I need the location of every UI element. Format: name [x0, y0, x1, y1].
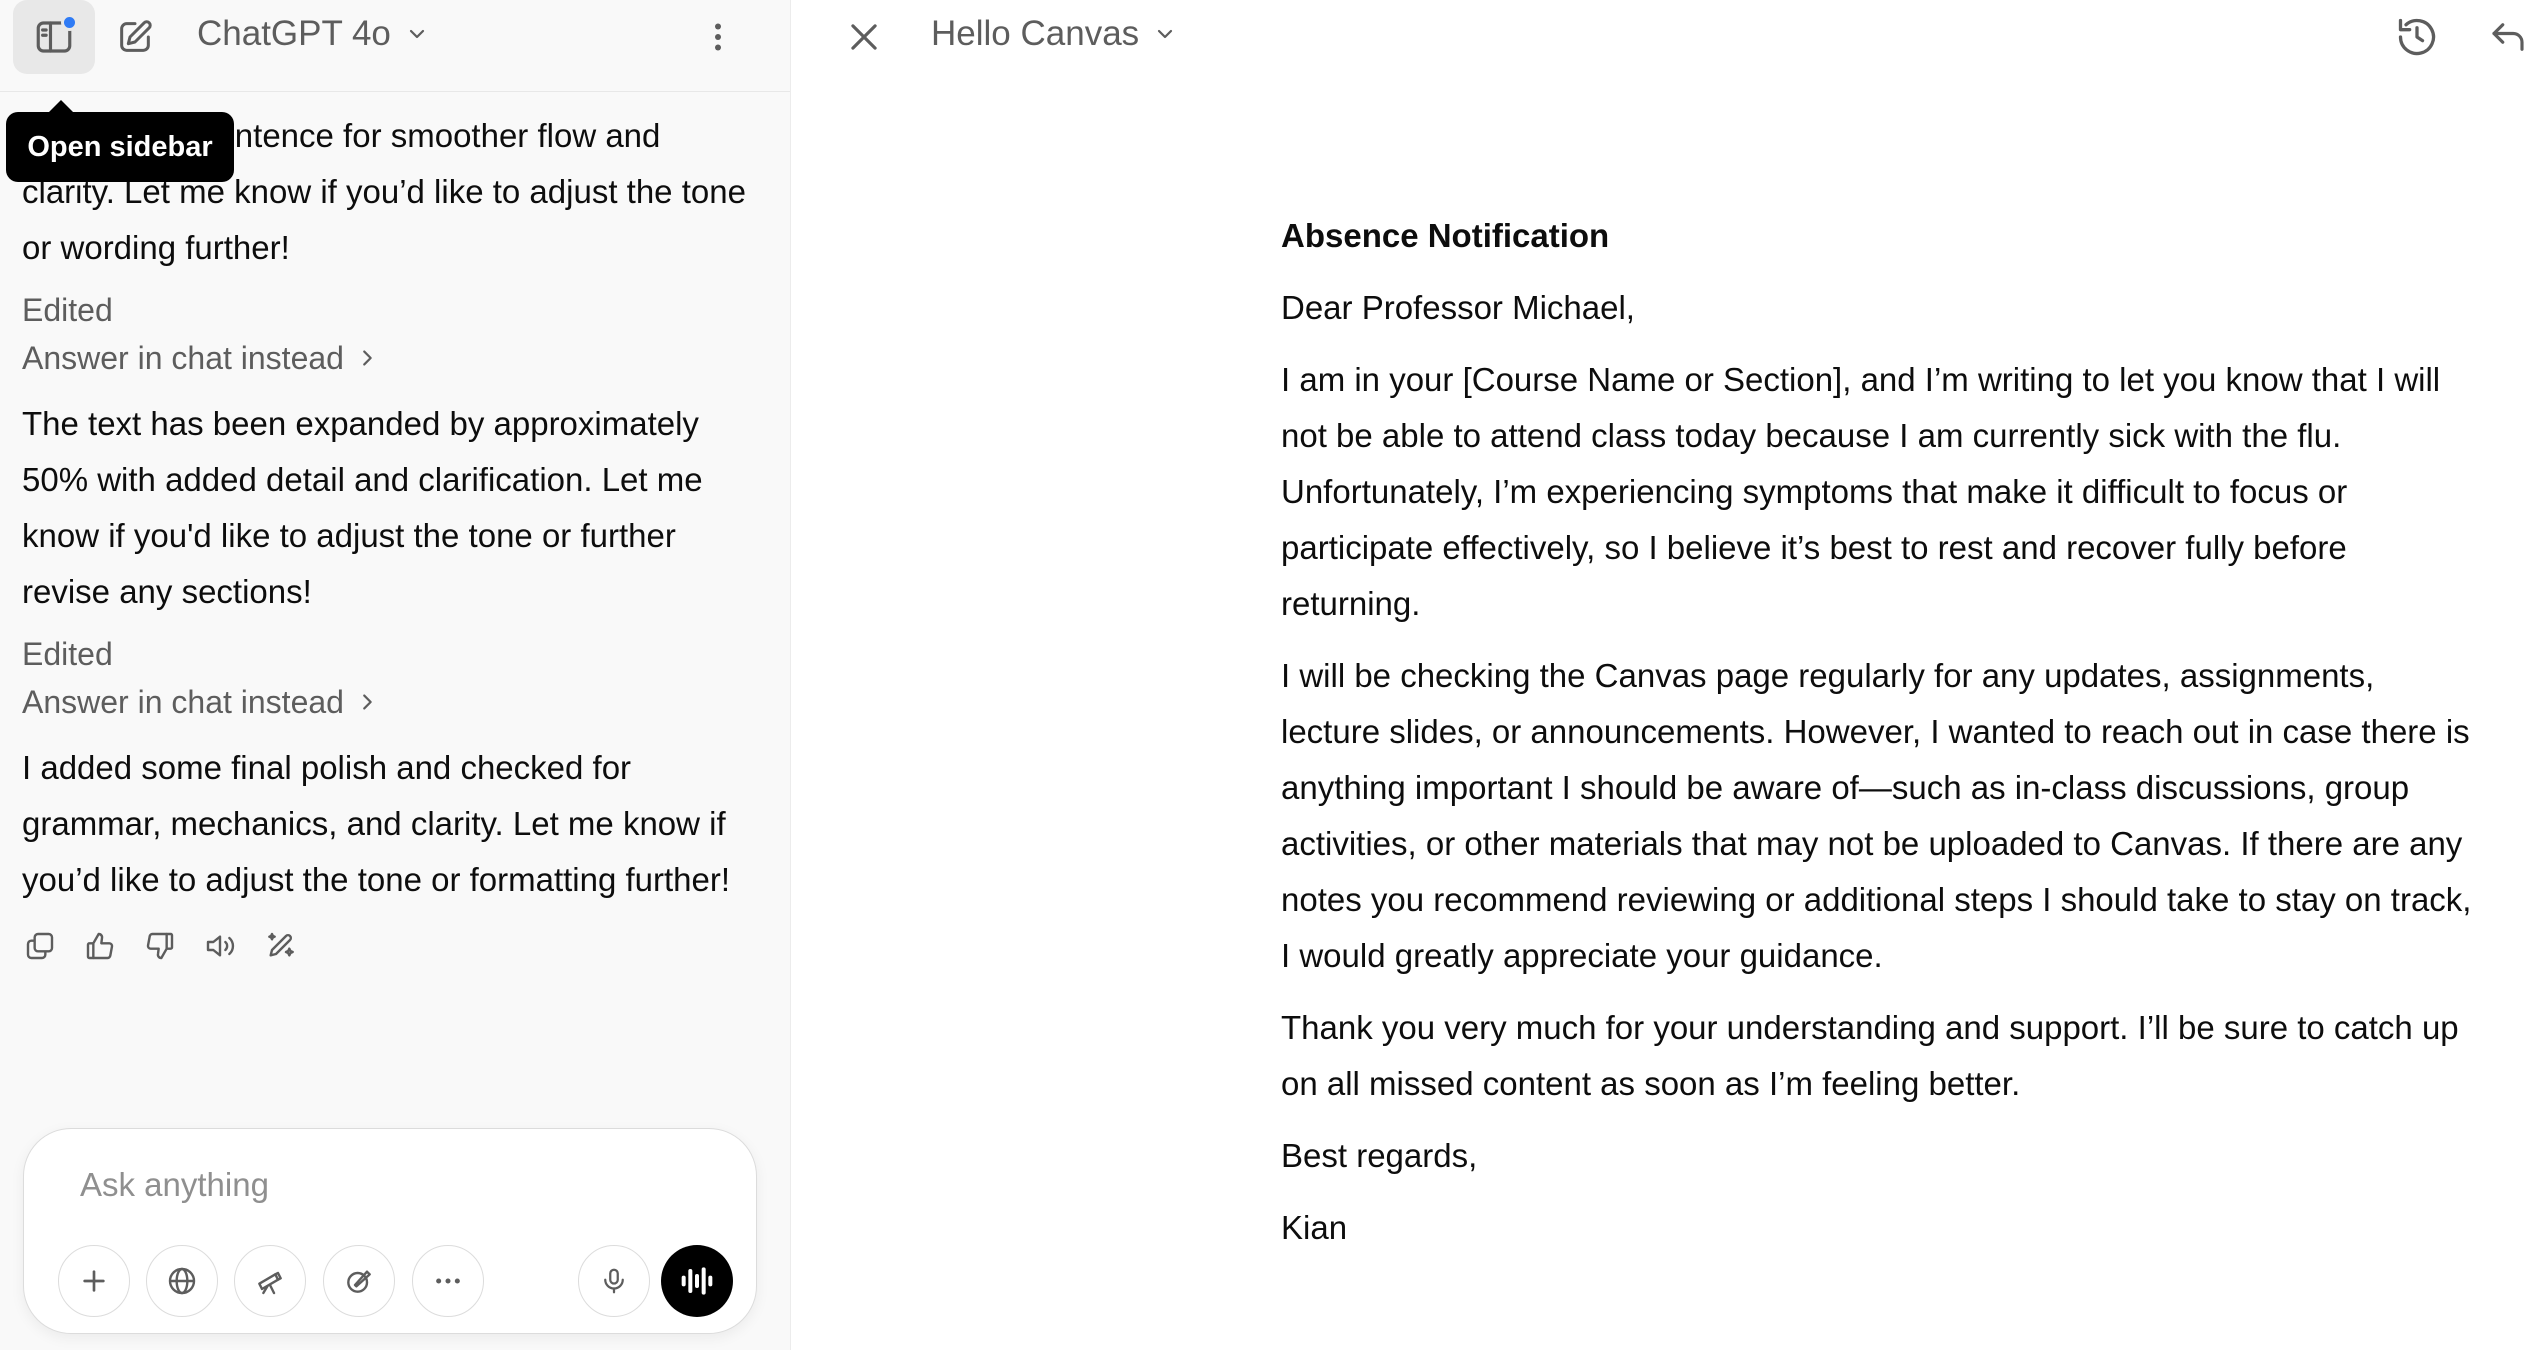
edit-in-canvas-button[interactable]: [262, 928, 298, 964]
canvas-panel: Hello Canvas Absence Notification Dear P…: [791, 0, 2530, 1350]
chevron-right-icon: [363, 694, 372, 710]
canvas-title: Hello Canvas: [931, 14, 1140, 53]
new-chat-button[interactable]: [100, 0, 170, 74]
microphone-icon: [604, 1268, 624, 1294]
signature: Kian: [1281, 1209, 1348, 1246]
more-tools-button[interactable]: [412, 1245, 484, 1317]
model-name: ChatGPT 4o: [197, 14, 391, 53]
chevron-down-icon: [1158, 29, 1173, 39]
chevron-right-icon: [363, 350, 372, 366]
chevron-down-icon: [409, 29, 425, 39]
closing: Best regards,: [1281, 1137, 1478, 1174]
thumbs-up-icon: [86, 932, 114, 960]
assistant-message: The text has been expanded by approximat…: [22, 405, 703, 610]
read-aloud-button[interactable]: [202, 928, 238, 964]
deep-research-button[interactable]: [234, 1245, 306, 1317]
model-selector[interactable]: ChatGPT 4o: [197, 14, 429, 54]
answer-in-chat-link[interactable]: Answer in chat instead: [22, 678, 762, 726]
edited-block: Edited Answer in chat instead: [22, 630, 762, 726]
document-paragraph: Thank you very much for your understandi…: [1281, 1009, 2459, 1102]
copy-button[interactable]: [22, 928, 58, 964]
bad-response-button[interactable]: [142, 928, 178, 964]
dictate-button[interactable]: [578, 1245, 650, 1317]
voice-mode-icon: [681, 1267, 713, 1295]
close-canvas-button[interactable]: [831, 4, 897, 70]
globe-icon: [168, 1267, 196, 1295]
assistant-message: I added some final polish and checked fo…: [22, 749, 731, 898]
canvas-tool-button[interactable]: [323, 1245, 395, 1317]
open-sidebar-button[interactable]: [13, 0, 95, 74]
open-sidebar-tooltip: Open sidebar: [6, 100, 234, 182]
more-vertical-icon: [715, 23, 721, 51]
close-icon: [851, 24, 877, 50]
canvas-title-selector[interactable]: Hello Canvas: [931, 14, 1177, 54]
canvas-tool-icon: [347, 1270, 371, 1293]
chat-header: ChatGPT 4o: [0, 0, 790, 92]
read-aloud-icon: [206, 935, 235, 957]
plus-icon: [83, 1270, 105, 1292]
good-response-button[interactable]: [82, 928, 118, 964]
greeting: Dear Professor Michael,: [1281, 289, 1635, 326]
undo-button[interactable]: [2475, 4, 2530, 70]
history-icon: [2398, 18, 2436, 56]
version-history-button[interactable]: [2384, 4, 2450, 70]
more-horizontal-icon: [436, 1278, 460, 1284]
telescope-icon: [258, 1271, 282, 1295]
notification-dot: [61, 14, 78, 31]
chat-messages: Refined the sentence for smoother flow a…: [22, 108, 762, 964]
edited-label: Edited: [22, 636, 113, 672]
answer-in-chat-label: Answer in chat instead: [22, 340, 344, 376]
answer-in-chat-label: Answer in chat instead: [22, 684, 344, 720]
edited-label: Edited: [22, 292, 113, 328]
undo-icon: [2492, 23, 2524, 51]
document-paragraph: I will be checking the Canvas page regul…: [1281, 657, 2472, 974]
search-web-button[interactable]: [146, 1245, 218, 1317]
chat-panel: ChatGPT 4o Open sidebar Refined the sent…: [0, 0, 791, 1350]
message-composer: [23, 1128, 757, 1334]
thumbs-down-icon: [146, 932, 174, 960]
edited-block: Edited Answer in chat instead: [22, 286, 762, 382]
document-paragraph: I am in your [Course Name or Section], a…: [1281, 361, 2441, 622]
message-actions: [22, 928, 762, 964]
attach-button[interactable]: [58, 1245, 130, 1317]
answer-in-chat-link[interactable]: Answer in chat instead: [22, 334, 762, 382]
edit-icon: [120, 20, 152, 52]
voice-mode-button[interactable]: [661, 1245, 733, 1317]
edit-in-canvas-icon: [268, 932, 294, 957]
copy-icon: [26, 932, 54, 960]
prompt-input[interactable]: [78, 1165, 678, 1205]
document-title: Absence Notification: [1281, 217, 1610, 254]
conversation-options-button[interactable]: [690, 4, 746, 70]
canvas-document[interactable]: Absence Notification Dear Professor Mich…: [1281, 208, 2481, 1272]
